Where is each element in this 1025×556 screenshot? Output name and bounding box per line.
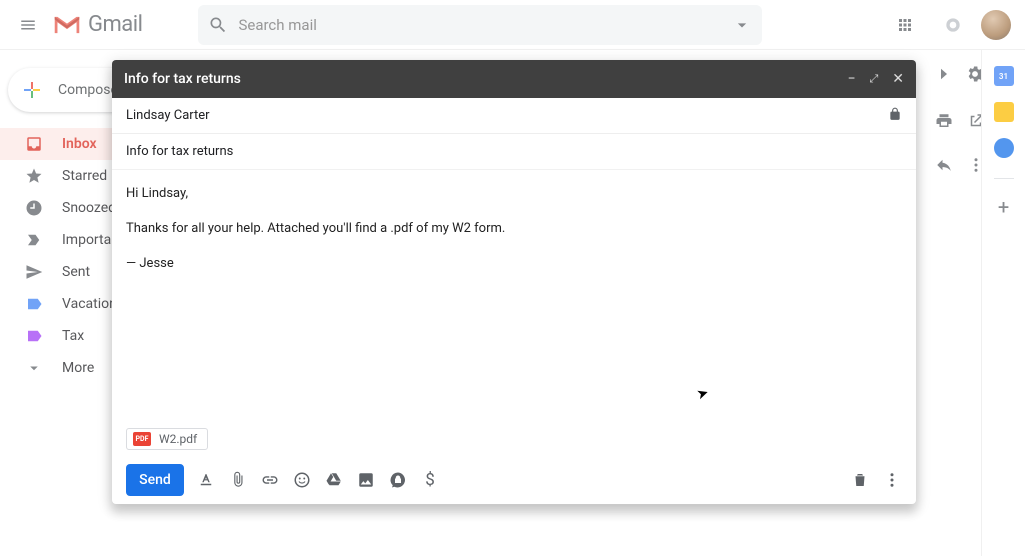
close-icon[interactable]: ✕ <box>892 71 904 87</box>
compose-dialog: Info for tax returns − ⤢ ✕ Lindsay Carte… <box>112 60 916 504</box>
dialog-title: Info for tax returns <box>124 71 847 87</box>
topbar: Gmail <box>0 0 1025 50</box>
attachments-row: PDF W2.pdf <box>112 426 916 456</box>
compose-toolbar: Send $ <box>112 456 916 504</box>
sidebar-item-label: More <box>62 360 94 376</box>
gmail-logo[interactable]: Gmail <box>52 12 142 37</box>
confidential-lock-icon[interactable] <box>888 107 902 125</box>
gmail-logo-text: Gmail <box>88 12 142 37</box>
sidebar-item-label: Tax <box>62 328 84 344</box>
star-icon <box>24 166 44 186</box>
inbox-icon <box>24 134 44 154</box>
important-icon <box>24 230 44 250</box>
calendar-addon-icon[interactable] <box>994 66 1014 86</box>
account-avatar[interactable] <box>981 10 1011 40</box>
subject-value: Info for tax returns <box>126 144 233 159</box>
send-button[interactable]: Send <box>126 464 184 496</box>
body-line: Hi Lindsay, <box>126 184 902 205</box>
link-icon[interactable] <box>260 470 280 490</box>
money-icon[interactable]: $ <box>420 470 440 490</box>
side-panel: + <box>981 50 1025 556</box>
search-bar[interactable] <box>198 5 762 45</box>
toolbar-right <box>935 64 985 84</box>
apps-button[interactable] <box>885 5 925 45</box>
keep-addon-icon[interactable] <box>994 102 1014 122</box>
body-line: — Jesse <box>126 254 902 275</box>
print-icon[interactable] <box>935 112 953 130</box>
get-addons-button[interactable]: + <box>998 195 1009 219</box>
reply-actions <box>935 156 985 174</box>
body-line: Thanks for all your help. Attached you'l… <box>126 219 902 240</box>
clock-icon <box>24 198 44 218</box>
menu-button[interactable] <box>8 5 48 45</box>
label-icon <box>24 326 44 346</box>
emoji-icon[interactable] <box>292 470 312 490</box>
dialog-titlebar[interactable]: Info for tax returns − ⤢ ✕ <box>112 60 916 98</box>
search-dropdown-icon[interactable] <box>732 15 752 35</box>
search-icon <box>208 15 228 35</box>
reply-icon[interactable] <box>935 156 953 174</box>
label-icon <box>24 294 44 314</box>
compose-plus-icon <box>20 78 44 102</box>
chevron-down-icon <box>24 358 44 378</box>
subject-field[interactable]: Info for tax returns <box>112 134 916 170</box>
gmail-m-icon <box>52 14 82 36</box>
minimize-icon[interactable]: − <box>847 71 855 87</box>
drive-icon[interactable] <box>324 470 344 490</box>
apps-grid-icon <box>896 16 914 34</box>
attachment-chip[interactable]: PDF W2.pdf <box>126 428 208 450</box>
message-body[interactable]: Hi Lindsay, Thanks for all your help. At… <box>112 170 916 426</box>
tasks-addon-icon[interactable] <box>994 138 1014 158</box>
message-actions <box>935 112 985 130</box>
sidebar-item-label: Inbox <box>62 136 97 152</box>
fullscreen-icon[interactable]: ⤢ <box>869 72 878 86</box>
image-icon[interactable] <box>356 470 376 490</box>
bell-icon <box>943 15 963 35</box>
to-value: Lindsay Carter <box>126 108 210 123</box>
discard-icon[interactable] <box>850 470 870 490</box>
more-options-icon[interactable] <box>882 470 902 490</box>
sidebar-item-label: Sent <box>62 264 90 280</box>
sidebar-item-label: Snoozed <box>62 200 116 216</box>
chevron-right-icon[interactable] <box>935 65 953 83</box>
hamburger-icon <box>19 16 37 34</box>
confidential-mode-icon[interactable] <box>388 470 408 490</box>
sidebar-item-label: Vacation <box>62 296 117 312</box>
send-icon <box>24 262 44 282</box>
sidepanel-divider <box>994 178 1014 179</box>
to-field[interactable]: Lindsay Carter <box>112 98 916 134</box>
sidebar-item-label: Starred <box>62 168 107 184</box>
attachment-name: W2.pdf <box>159 432 197 446</box>
formatting-icon[interactable] <box>196 470 216 490</box>
pdf-badge-icon: PDF <box>133 432 151 446</box>
header-right <box>885 5 1017 45</box>
search-input[interactable] <box>238 16 732 34</box>
attach-icon[interactable] <box>228 470 248 490</box>
compose-label: Compose <box>58 82 118 98</box>
notifications-button[interactable] <box>933 5 973 45</box>
